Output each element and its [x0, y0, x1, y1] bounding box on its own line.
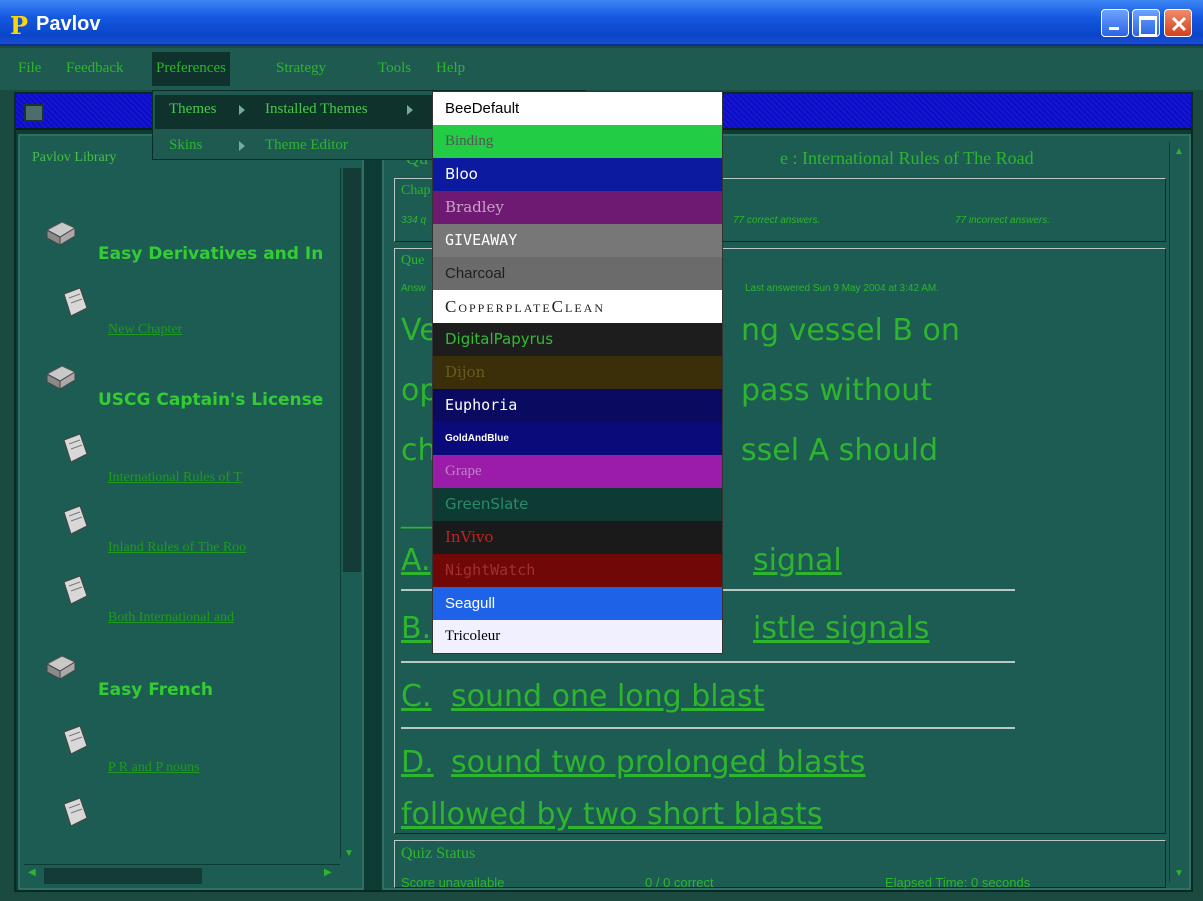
menu-help[interactable]: Help [436, 60, 465, 77]
book-title[interactable]: USCG Captain's License [98, 390, 338, 410]
submenu-arrow-icon [407, 105, 413, 115]
chapter-icon [63, 725, 88, 755]
chapter-icon [63, 433, 88, 463]
theme-item[interactable]: GreenSlate [433, 488, 722, 521]
theme-item[interactable]: InVivo [433, 521, 722, 554]
menu-item-skins[interactable]: Skins [169, 137, 202, 154]
library-panel: Pavlov Library Easy Derivatives and In N… [18, 134, 364, 890]
quiz-vertical-scrollbar[interactable]: ▲ ▼ [1169, 142, 1189, 882]
answer-d[interactable]: sound two prolonged blasts [451, 745, 865, 780]
theme-item[interactable]: Grape [433, 455, 722, 488]
close-button[interactable] [1164, 9, 1192, 37]
theme-item[interactable]: BeeDefault [433, 92, 722, 125]
menu-item-themes[interactable]: Themes [169, 101, 216, 118]
chapter-icon [63, 287, 88, 317]
book-icon [45, 221, 77, 246]
answer-c-letter[interactable]: C. [401, 679, 431, 714]
answer-d-line2[interactable]: followed by two short blasts [401, 797, 822, 832]
close-icon [1171, 16, 1187, 32]
chapter-link[interactable]: P R and P nouns [108, 760, 338, 776]
app-logo-icon: P [10, 11, 29, 40]
theme-item[interactable]: Dijon [433, 356, 722, 389]
score-status: Score unavailable [401, 875, 505, 890]
installed-themes-list: BeeDefault Binding Bloo Bradley GIVEAWAY Char… [432, 91, 723, 654]
theme-item[interactable]: Euphoria [433, 389, 722, 422]
scroll-right-icon[interactable]: ▶ [324, 867, 332, 878]
menu-item-installed-themes[interactable]: Installed Themes [265, 101, 368, 118]
chapter-link[interactable]: New Chapter [108, 322, 338, 338]
menu-bar: File Feedback Preferences Strategy Tools… [0, 48, 1203, 90]
answer-divider [401, 727, 1015, 729]
menu-file[interactable]: File [18, 60, 41, 77]
menu-feedback[interactable]: Feedback [66, 60, 123, 77]
last-answered: Last answered Sun 9 May 2004 at 3:42 AM. [745, 283, 940, 294]
chapter-icon [63, 575, 88, 605]
chapter-link[interactable]: Both International and [108, 610, 338, 626]
question-text: pass without [741, 373, 933, 408]
menu-strategy[interactable]: Strategy [276, 60, 326, 77]
answer-a[interactable]: signal [753, 543, 842, 578]
answer-divider [401, 661, 1015, 663]
window-title: Pavlov [36, 13, 101, 35]
theme-item[interactable]: GIVEAWAY [433, 224, 722, 257]
library-horizontal-scrollbar[interactable]: ◀ ▶ [24, 864, 340, 886]
theme-item[interactable]: CopperplateClean [433, 290, 722, 323]
question-text: ssel A should [741, 433, 939, 468]
theme-item[interactable]: Bradley [433, 191, 722, 224]
theme-item[interactable]: Bloo [433, 158, 722, 191]
submenu-arrow-icon [239, 141, 245, 151]
question-count: 334 q [401, 215, 427, 226]
elapsed-time: Elapsed Time: 0 seconds [885, 875, 1031, 890]
answer-b[interactable]: istle signals [753, 611, 929, 646]
chapter-icon [63, 505, 88, 535]
menu-tools[interactable]: Tools [378, 60, 411, 77]
library-vertical-scrollbar[interactable]: ▼ [340, 168, 362, 859]
book-icon [45, 655, 77, 680]
menu-item-theme-editor[interactable]: Theme Editor [265, 137, 348, 154]
answer-c[interactable]: sound one long blast [451, 679, 764, 714]
answer-a-letter[interactable]: A. [401, 543, 431, 578]
scroll-up-icon[interactable]: ▲ [1174, 146, 1184, 157]
chapter-icon [63, 797, 88, 827]
document-icon[interactable] [24, 104, 44, 122]
scroll-left-icon[interactable]: ◀ [28, 867, 36, 878]
submenu-arrow-icon [239, 105, 245, 115]
chapter-link[interactable]: International Rules of T [108, 470, 338, 486]
scroll-down-icon[interactable]: ▼ [1174, 868, 1184, 879]
scroll-down-icon[interactable]: ▼ [344, 848, 360, 859]
chapter-label: Chap [401, 183, 431, 198]
chapter-link[interactable]: Inland Rules of The Roo [108, 540, 338, 556]
incorrect-count: 77 incorrect answers. [955, 215, 1051, 226]
quiz-header-title: e : International Rules of The Road [780, 148, 1034, 168]
question-text: ng vessel B on [741, 313, 960, 348]
answer-d-letter[interactable]: D. [401, 745, 434, 780]
maximize-button[interactable] [1132, 9, 1160, 37]
book-icon [45, 365, 77, 390]
book-title[interactable]: Easy Derivatives and In [98, 244, 338, 264]
quiz-status-label: Quiz Status [401, 845, 476, 862]
theme-item[interactable]: Tricoleur [433, 620, 722, 653]
theme-item[interactable]: DigitalPapyrus [433, 323, 722, 356]
title-bar: P Pavlov [0, 0, 1203, 46]
scroll-thumb[interactable] [44, 868, 202, 884]
scroll-thumb[interactable] [343, 168, 361, 572]
minimize-button[interactable] [1101, 9, 1129, 37]
correct-count: 77 correct answers. [733, 215, 821, 226]
menu-preferences[interactable]: Preferences [152, 52, 230, 86]
theme-item[interactable]: Binding [433, 125, 722, 158]
quiz-status-group: Quiz Status Score unavailable 0 / 0 corr… [394, 840, 1166, 890]
theme-item[interactable]: NightWatch [433, 554, 722, 587]
answer-meta: Answ [401, 283, 426, 294]
book-title[interactable]: Easy French [98, 680, 338, 700]
theme-item[interactable]: Charcoal [433, 257, 722, 290]
theme-item[interactable]: GoldAndBlue [433, 422, 722, 455]
theme-item[interactable]: Seagull [433, 587, 722, 620]
score-correct: 0 / 0 correct [645, 875, 714, 890]
answer-b-letter[interactable]: B. [401, 611, 431, 646]
question-label: Que [401, 253, 425, 268]
library-header: Pavlov Library [32, 150, 117, 165]
